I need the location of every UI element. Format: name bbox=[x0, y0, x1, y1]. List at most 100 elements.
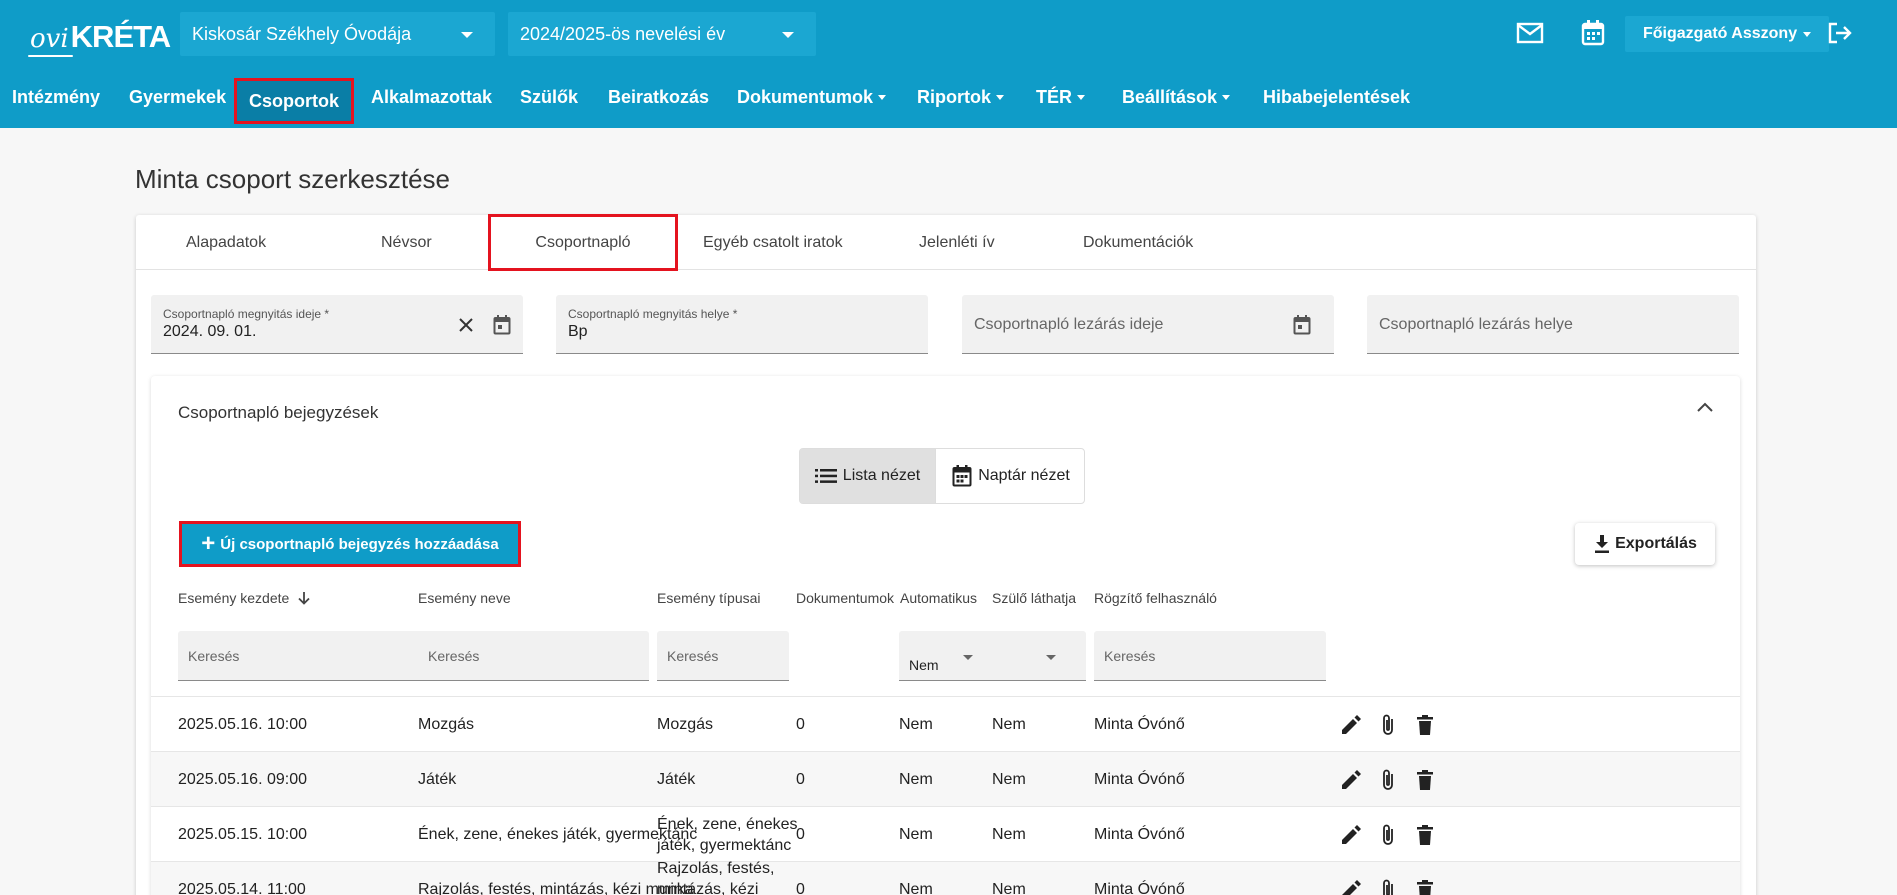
user-name: Főigazgató Asszony bbox=[1643, 25, 1798, 42]
cell-name: Mozgás bbox=[418, 716, 475, 733]
open-place-label: Csoportnapló megnyitás helye * bbox=[568, 307, 738, 321]
cell-types: Játék bbox=[657, 771, 696, 788]
logout-icon[interactable] bbox=[1825, 18, 1855, 48]
name-filter-input[interactable]: Keresés bbox=[418, 631, 649, 681]
group-edit-card: Alapadatok Névsor Egyéb csatolt iratok J… bbox=[136, 214, 1756, 895]
calendar-icon[interactable] bbox=[491, 314, 513, 336]
user-menu-button[interactable]: Főigazgató Asszony bbox=[1625, 16, 1830, 52]
close-date-placeholder: Csoportnapló lezárás ideje bbox=[974, 315, 1164, 333]
nav-item-label: TÉR bbox=[1036, 86, 1072, 107]
open-place-field[interactable]: Csoportnapló megnyitás helye * Bp bbox=[556, 295, 928, 354]
tab-label: Dokumentációk bbox=[1083, 233, 1194, 251]
nav-item-hibabejelentesek[interactable]: Hibabejelentések bbox=[1263, 66, 1410, 128]
add-entry-button[interactable]: + Új csoportnapló bejegyzés hozzáadása bbox=[179, 521, 521, 567]
nav-item-riportok[interactable]: Riportok bbox=[917, 66, 1004, 128]
calendar-icon bbox=[952, 465, 972, 487]
column-header-documents[interactable]: Dokumentumok bbox=[796, 590, 894, 606]
table-row[interactable]: 2025.05.15. 10:00 Ének, zene, énekes ját… bbox=[151, 806, 1740, 861]
delete-icon[interactable] bbox=[1412, 712, 1438, 738]
cell-recorder: Minta Óvónő bbox=[1094, 771, 1185, 788]
ovikreta-logo[interactable]: ovi KRÉTA bbox=[28, 14, 171, 57]
close-place-placeholder: Csoportnapló lezárás helye bbox=[1379, 315, 1573, 333]
calendar-icon[interactable] bbox=[1578, 18, 1608, 48]
cell-parent-visible: Nem bbox=[992, 881, 1026, 895]
column-header-types[interactable]: Esemény típusai bbox=[657, 590, 761, 606]
filter-placeholder: Keresés bbox=[428, 648, 480, 664]
nav-item-ter[interactable]: TÉR bbox=[1036, 66, 1085, 128]
nav-item-csoportok[interactable]: Csoportok bbox=[234, 78, 354, 124]
list-icon bbox=[814, 469, 837, 483]
list-view-button[interactable]: Lista nézet bbox=[800, 449, 936, 503]
institution-select[interactable]: Kiskosár Székhely Óvodája bbox=[180, 12, 495, 56]
cell-automatic: Nem bbox=[899, 826, 933, 843]
column-header-parent-visible[interactable]: Szülő láthatja bbox=[992, 590, 1076, 606]
tab-nevsor[interactable]: Névsor bbox=[381, 215, 432, 270]
tab-csoportnaplo[interactable]: Csoportnapló bbox=[488, 214, 678, 271]
attachment-icon[interactable] bbox=[1375, 712, 1401, 738]
top-bar: ovi KRÉTA Kiskosár Székhely Óvodája 2024… bbox=[0, 0, 1897, 66]
chevron-down-icon bbox=[461, 32, 473, 38]
calendar-view-label: Naptár nézet bbox=[978, 467, 1070, 484]
tab-egyeb-csatolt-iratok[interactable]: Egyéb csatolt iratok bbox=[703, 215, 843, 270]
nav-item-gyermekek[interactable]: Gyermekek bbox=[129, 66, 226, 128]
clear-icon[interactable] bbox=[455, 314, 477, 336]
nav-item-label: Alkalmazottak bbox=[371, 86, 493, 107]
types-filter-input[interactable]: Keresés bbox=[657, 631, 789, 681]
nav-item-beallitasok[interactable]: Beállítások bbox=[1122, 66, 1231, 128]
nav-item-szulok[interactable]: Szülők bbox=[520, 66, 578, 128]
tab-alapadatok[interactable]: Alapadatok bbox=[186, 215, 266, 270]
column-header-label: Dokumentumok bbox=[796, 590, 895, 606]
table-row[interactable]: 2025.05.14. 11:00 Rajzolás, festés, mint… bbox=[151, 860, 1740, 895]
delete-icon[interactable] bbox=[1412, 822, 1438, 848]
column-header-start[interactable]: Esemény kezdete bbox=[178, 590, 311, 606]
cell-name: Rajzolás, festés, mintázás, kézi munka bbox=[418, 881, 694, 895]
edit-icon[interactable] bbox=[1338, 712, 1364, 738]
nav-item-beiratkozas[interactable]: Beiratkozás bbox=[608, 66, 709, 128]
mail-icon[interactable] bbox=[1515, 18, 1545, 48]
parent-visible-filter-select[interactable] bbox=[991, 631, 1086, 681]
delete-icon[interactable] bbox=[1412, 877, 1438, 895]
export-button[interactable]: Exportálás bbox=[1575, 523, 1715, 565]
recorder-filter-input[interactable]: Keresés bbox=[1094, 631, 1326, 681]
attachment-icon[interactable] bbox=[1375, 767, 1401, 793]
table-row[interactable]: 2025.05.16. 10:00 Mozgás Mozgás 0 Nem Ne… bbox=[151, 696, 1740, 751]
attachment-icon[interactable] bbox=[1375, 822, 1401, 848]
tab-jelenleti-iv[interactable]: Jelenléti ív bbox=[919, 215, 995, 270]
nav-item-label: Dokumentumok bbox=[737, 86, 874, 107]
automatic-filter-select[interactable]: Nem bbox=[899, 631, 1003, 681]
page-title: Minta csoport szerkesztése bbox=[135, 164, 451, 194]
open-date-value: 2024. 09. 01. bbox=[163, 323, 257, 340]
cell-name: Játék bbox=[418, 771, 457, 788]
cell-documents: 0 bbox=[796, 716, 805, 733]
plus-icon: + bbox=[201, 530, 216, 557]
column-header-name[interactable]: Esemény neve bbox=[418, 590, 511, 606]
nav-item-dokumentumok[interactable]: Dokumentumok bbox=[737, 66, 887, 128]
nav-item-intezmeny[interactable]: Intézmény bbox=[12, 66, 100, 128]
calendar-view-button[interactable]: Naptár nézet bbox=[937, 449, 1085, 503]
column-header-automatic[interactable]: Automatikus bbox=[900, 590, 977, 606]
table-row[interactable]: 2025.05.16. 09:00 Játék Játék 0 Nem Nem … bbox=[151, 751, 1740, 806]
edit-icon[interactable] bbox=[1338, 877, 1364, 895]
cell-start: 2025.05.14. 11:00 bbox=[178, 881, 306, 895]
chevron-down-icon bbox=[1077, 94, 1085, 100]
cell-start: 2025.05.16. 09:00 bbox=[178, 771, 308, 788]
delete-icon[interactable] bbox=[1412, 767, 1438, 793]
school-year-select[interactable]: 2024/2025-ös nevelési év bbox=[508, 12, 816, 56]
column-header-recorder[interactable]: Rögzítő felhasználó bbox=[1094, 590, 1217, 606]
nav-item-label: Szülők bbox=[520, 86, 579, 107]
close-date-field[interactable]: Csoportnapló lezárás ideje bbox=[962, 295, 1334, 354]
cell-recorder: Minta Óvónő bbox=[1094, 826, 1185, 843]
edit-icon[interactable] bbox=[1338, 822, 1364, 848]
tab-label: Egyéb csatolt iratok bbox=[703, 233, 843, 251]
tab-dokumentaciok[interactable]: Dokumentációk bbox=[1083, 215, 1193, 270]
edit-icon[interactable] bbox=[1338, 767, 1364, 793]
tab-label: Névsor bbox=[381, 233, 432, 251]
calendar-icon[interactable] bbox=[1291, 314, 1313, 336]
close-place-field[interactable]: Csoportnapló lezárás helye bbox=[1367, 295, 1739, 354]
chevron-up-icon[interactable] bbox=[1696, 400, 1720, 420]
open-date-field[interactable]: Csoportnapló megnyitás ideje * 2024. 09.… bbox=[151, 295, 523, 354]
nav-item-alkalmazottak[interactable]: Alkalmazottak bbox=[371, 66, 492, 128]
cell-types: Ének, zene, énekes játék, gyermektánc bbox=[657, 815, 798, 854]
export-label: Exportálás bbox=[1615, 535, 1697, 552]
attachment-icon[interactable] bbox=[1375, 877, 1401, 895]
